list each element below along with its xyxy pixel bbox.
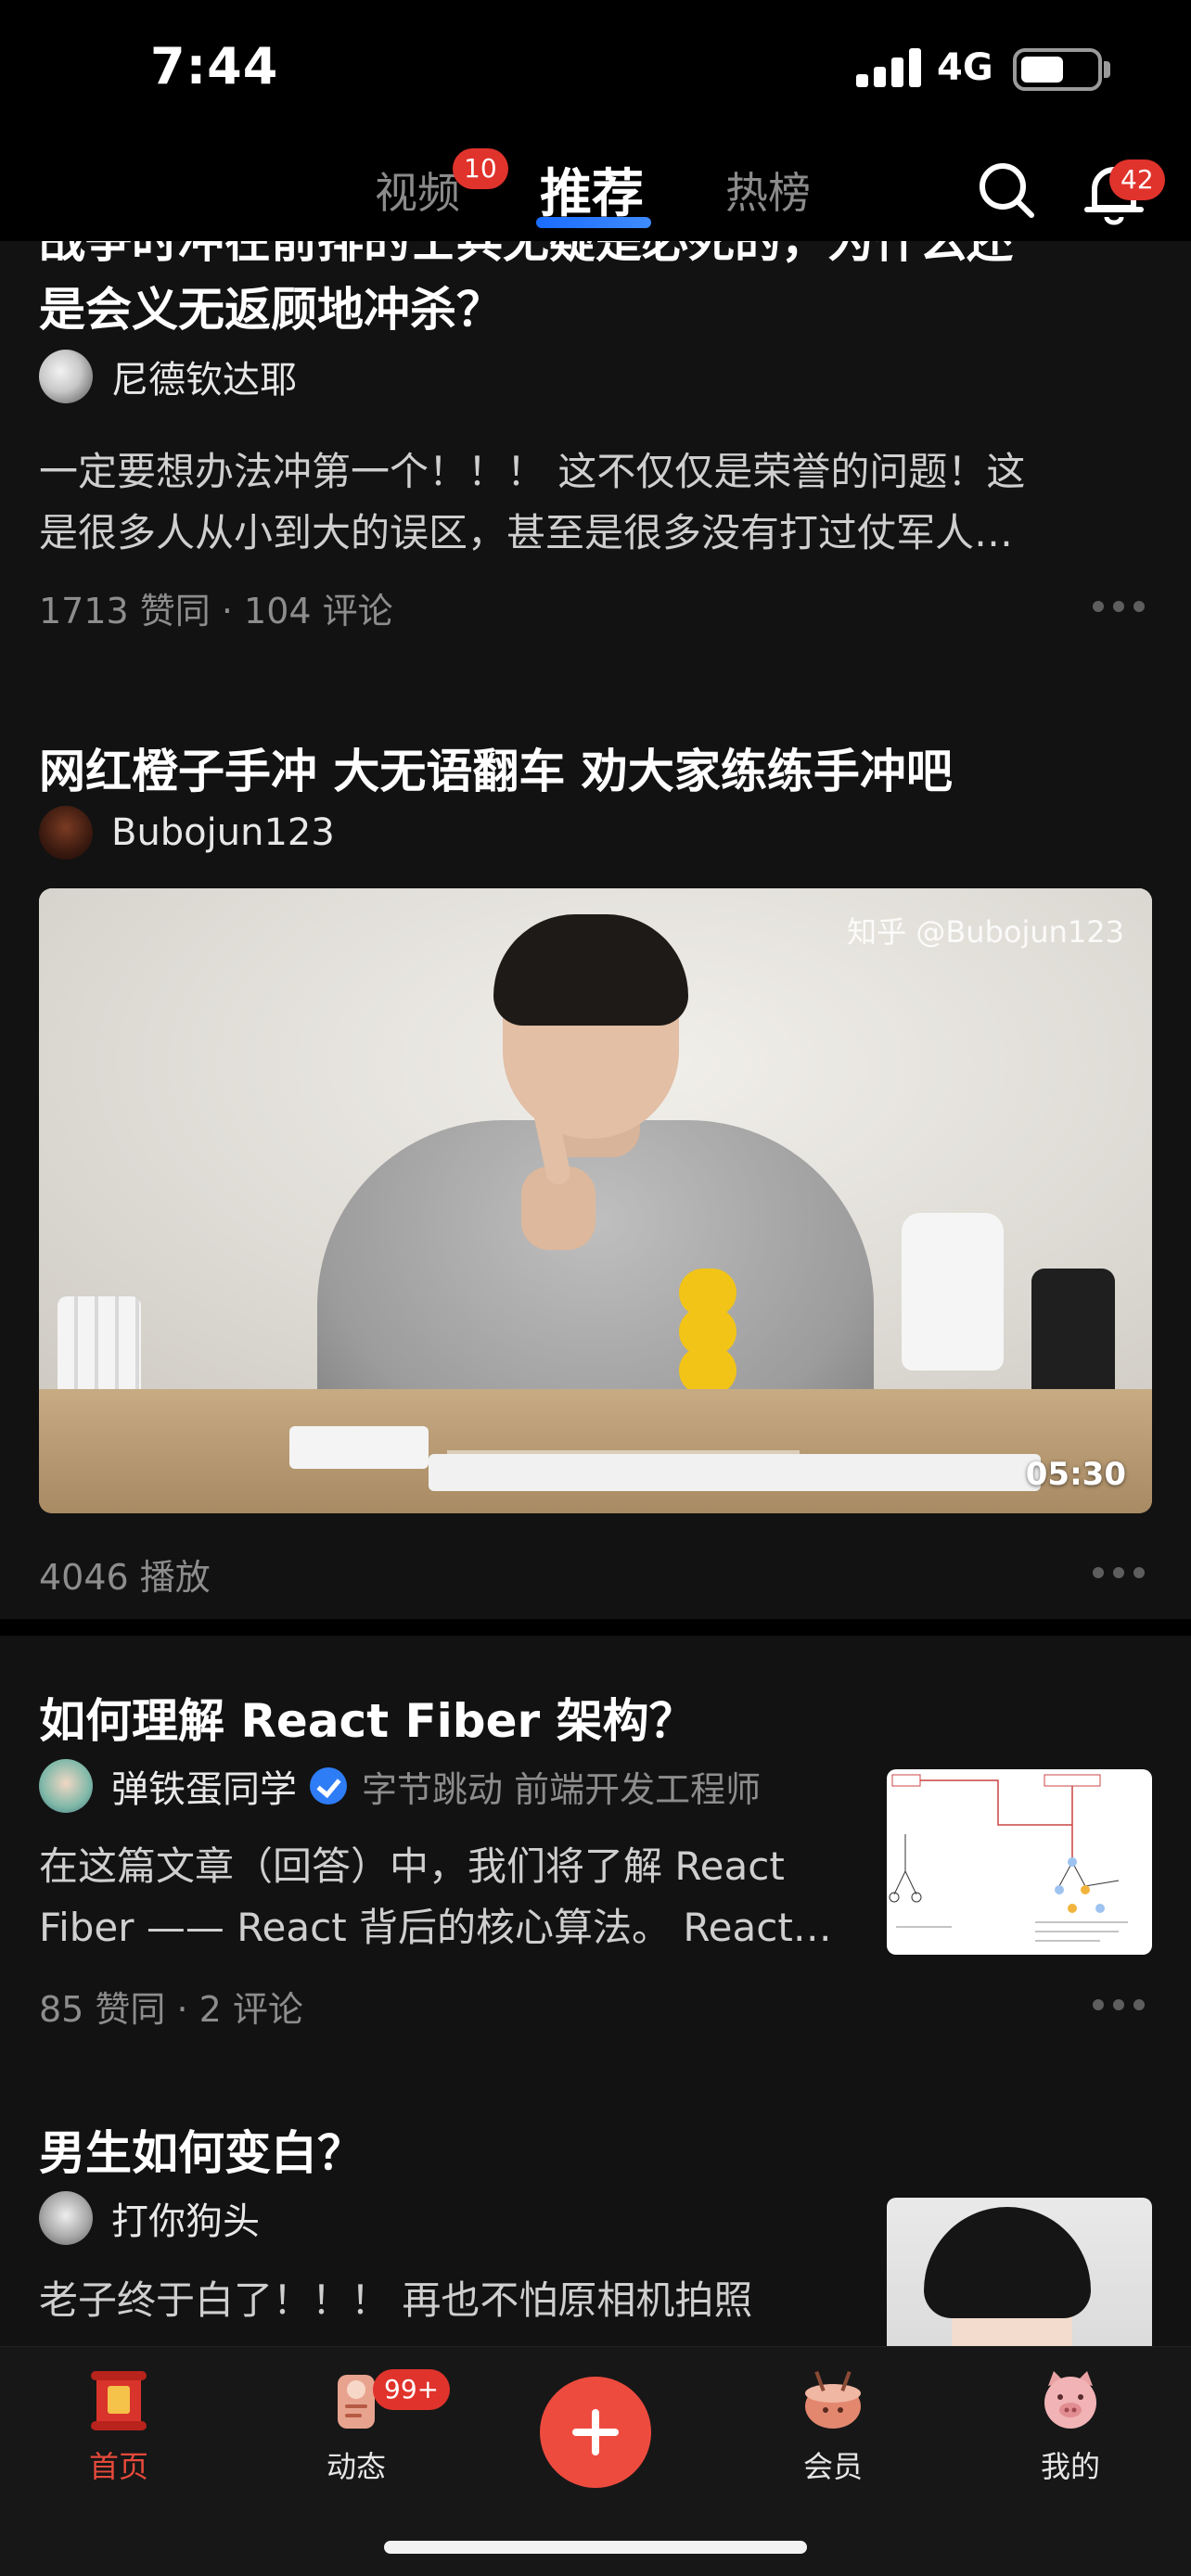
status-time: 7:44 <box>150 37 279 96</box>
feed-card-video[interactable]: 网红橙子手冲 大无语翻车 劝大家练练手冲吧 Bubojun123 知乎 @Bub… <box>0 692 1191 1619</box>
battery-icon <box>1013 48 1102 91</box>
card-title[interactable]: 男生如何变白？ <box>39 2116 364 2183</box>
article-thumbnail[interactable] <box>887 1769 1152 1955</box>
home-scroll-icon <box>83 2366 154 2436</box>
card-title[interactable]: 网红橙子手冲 大无语翻车 劝大家练练手冲吧 <box>39 734 953 801</box>
card-meta: 4046 播放 <box>39 1557 211 1598</box>
tab-label: 会员 <box>802 2449 863 2484</box>
profile-pig-icon <box>1035 2366 1106 2436</box>
card-title-partial: 战争时冲在前排的士兵无疑是必死的，为什么还 <box>39 241 1013 268</box>
feed-card[interactable]: 男生如何变白？ 打你狗头 老子终于白了！！！ 再也不怕原相机拍照 <box>0 2090 1191 2346</box>
avatar[interactable] <box>39 1759 93 1813</box>
tab-label: 动态 <box>326 2449 386 2484</box>
author-name[interactable]: 弹铁蛋同学 <box>111 1759 297 1813</box>
article-thumbnail[interactable] <box>887 2198 1152 2346</box>
plus-icon[interactable] <box>540 2377 651 2488</box>
tab-label: 我的 <box>1040 2449 1100 2484</box>
card-meta: 85 赞同 · 2 评论 <box>39 1989 303 2030</box>
author-name[interactable]: 尼德钦达耶 <box>111 350 297 403</box>
feed: 战争时冲在前排的士兵无疑是必死的，为什么还 是会义无返顾地冲杀？ 尼德钦达耶 一… <box>0 241 1191 2346</box>
author-description: 字节跳动 前端开发工程师 <box>362 1768 762 1810</box>
feed-badge: 99+ <box>373 2369 451 2410</box>
video-badge: 10 <box>453 148 508 189</box>
card-title[interactable]: 如何理解 React Fiber 架构？ <box>39 1684 696 1751</box>
card-meta: 1713 赞同 · 104 评论 <box>39 591 393 631</box>
more-icon[interactable] <box>1093 1567 1145 1580</box>
notification-badge: 42 <box>1109 159 1165 200</box>
more-icon[interactable] <box>1093 601 1145 614</box>
card-author[interactable]: 弹铁蛋同学 字节跳动 前端开发工程师 <box>39 1758 761 1814</box>
author-name[interactable]: 打你狗头 <box>111 2191 260 2245</box>
signal-icon <box>856 46 921 87</box>
tab-vip[interactable]: 会员 <box>759 2366 907 2486</box>
card-title[interactable]: 是会义无返顾地冲杀？ <box>39 273 503 339</box>
battery-cap <box>1104 61 1110 78</box>
tab-home[interactable]: 首页 <box>45 2366 193 2486</box>
active-tab-indicator <box>536 217 651 228</box>
status-bar: 7:44 4G <box>0 0 1191 139</box>
network-type: 4G <box>937 46 993 89</box>
tab-label: 首页 <box>88 2449 148 2484</box>
video-watermark: 知乎 @Bubojun123 <box>847 914 1124 950</box>
more-icon[interactable] <box>1093 1999 1145 2012</box>
vip-icon <box>798 2366 868 2436</box>
card-author[interactable]: Bubojun123 <box>39 805 335 861</box>
video-thumbnail[interactable]: 知乎 @Bubojun123 05:30 <box>39 888 1152 1513</box>
tab-video[interactable]: 视频 <box>375 159 460 221</box>
tab-recommend[interactable]: 推荐 <box>540 152 644 227</box>
video-duration: 05:30 <box>1025 1456 1126 1493</box>
card-excerpt-line[interactable]: Fiber —— React 背后的核心算法。 React… <box>39 1897 832 1958</box>
home-indicator[interactable] <box>384 2541 807 2554</box>
card-excerpt-line[interactable]: 在这篇文章（回答）中，我们将了解 React <box>39 1836 785 1897</box>
card-author[interactable]: 打你狗头 <box>39 2190 260 2246</box>
author-name[interactable]: Bubojun123 <box>111 811 335 854</box>
search-icon[interactable] <box>976 159 1037 221</box>
tab-hot-list[interactable]: 热榜 <box>725 159 811 221</box>
card-excerpt-line[interactable]: 一定要想办法冲第一个！！！ 这不仅仅是荣誉的问题！这 <box>39 441 1025 503</box>
verified-icon <box>310 1767 347 1804</box>
avatar[interactable] <box>39 2191 93 2245</box>
tab-profile[interactable]: 我的 <box>996 2366 1145 2486</box>
top-nav: 视频 10 推荐 热榜 42 <box>0 139 1191 241</box>
avatar[interactable] <box>39 350 93 403</box>
card-excerpt-line[interactable]: 是很多人从小到大的误区，甚至是很多没有打过仗军人… <box>39 503 1013 564</box>
feed-card[interactable]: 如何理解 React Fiber 架构？ 弹铁蛋同学 字节跳动 前端开发工程师 … <box>0 1636 1191 2099</box>
avatar[interactable] <box>39 806 93 860</box>
card-author[interactable]: 尼德钦达耶 <box>39 349 297 404</box>
card-excerpt-line[interactable]: 老子终于白了！！！ 再也不怕原相机拍照 <box>39 2270 752 2331</box>
